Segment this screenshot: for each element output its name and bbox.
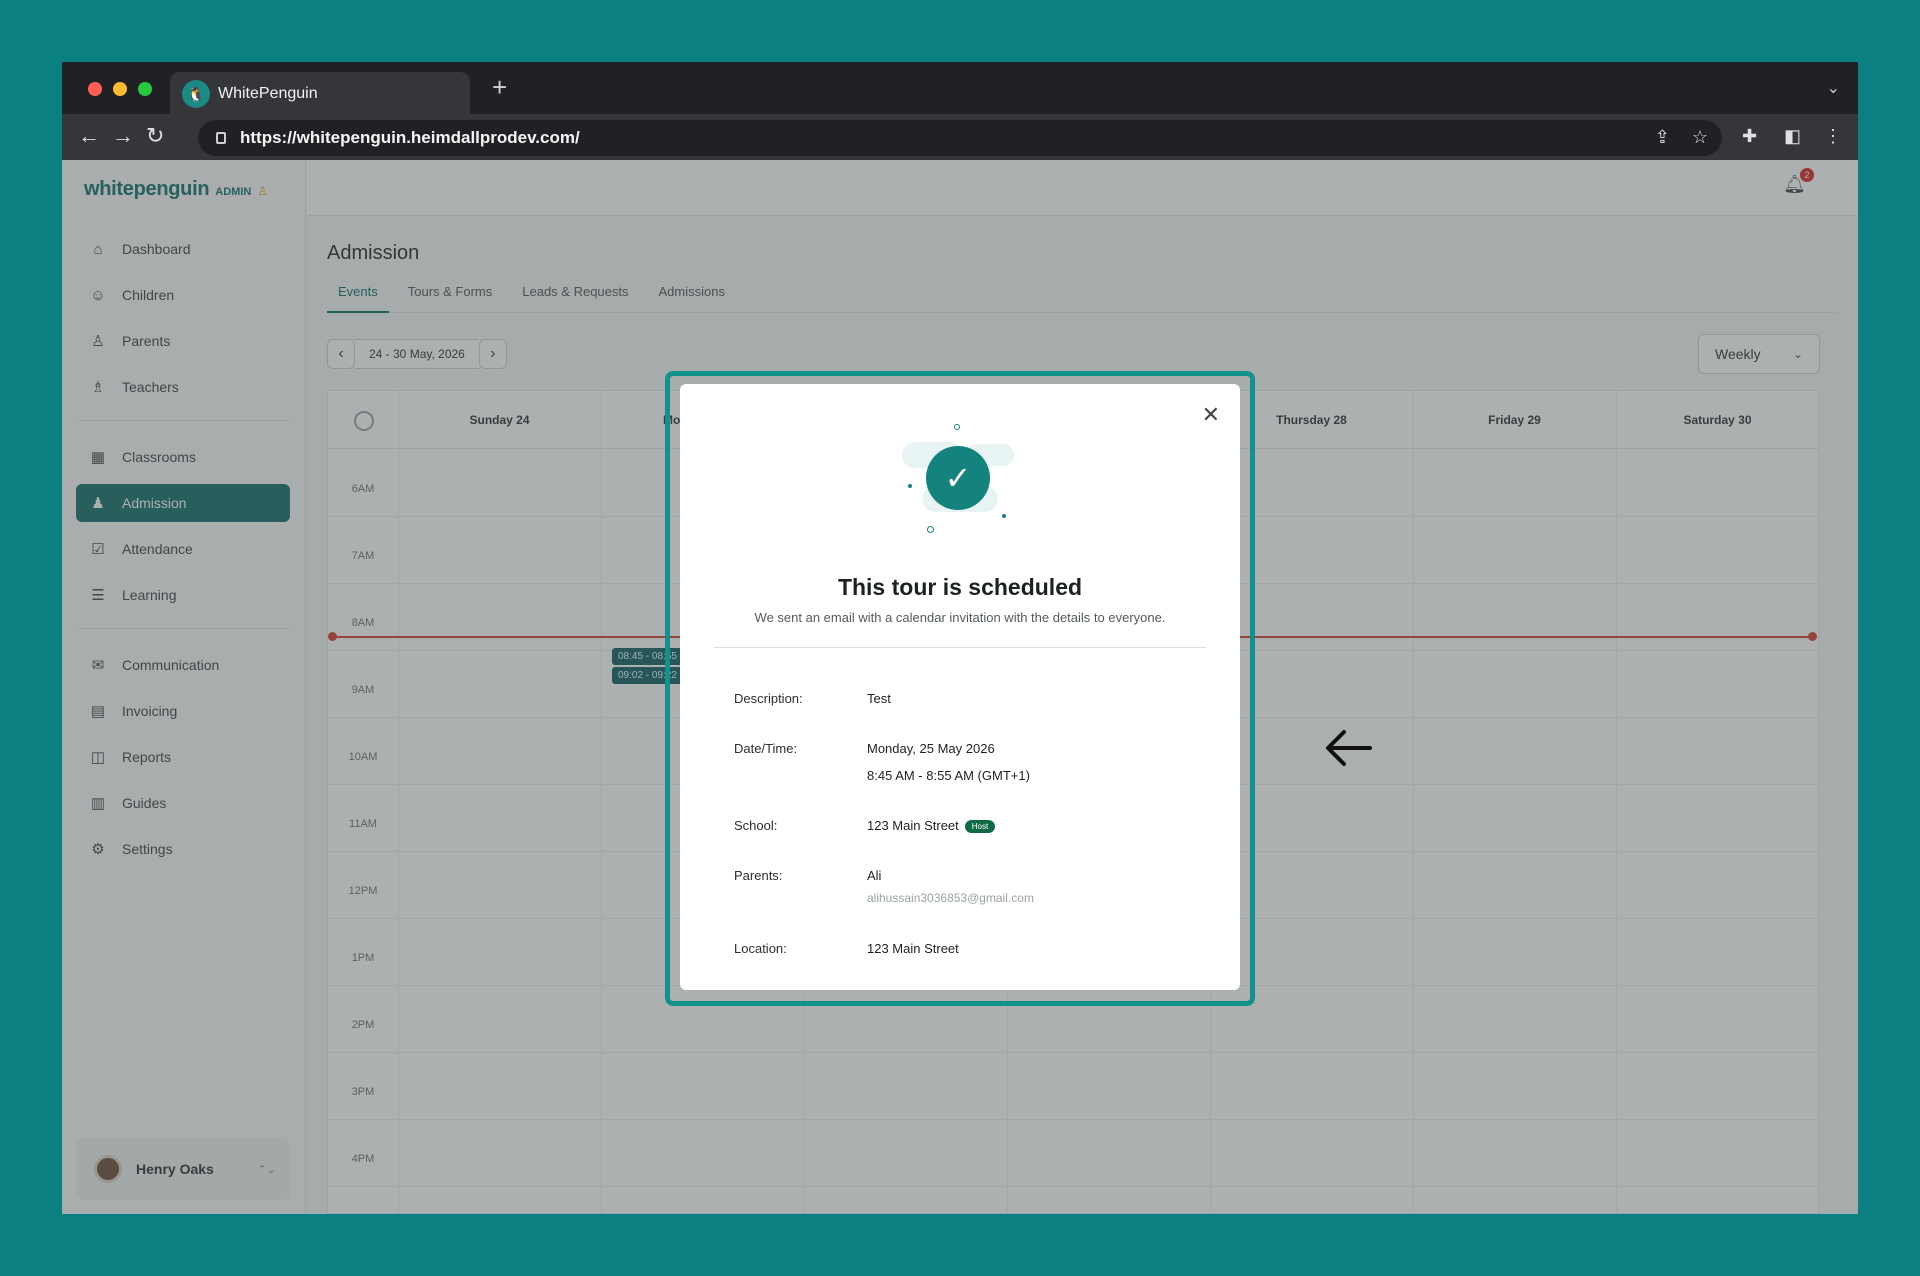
host-badge: Host [964, 820, 996, 834]
location-label: Location: [734, 941, 787, 956]
modal-title: This tour is scheduled [837, 574, 1083, 600]
close-window-button[interactable] [88, 82, 102, 96]
penguin-favicon-icon: 🐧 [182, 80, 210, 108]
extensions-icon[interactable]: ✚ [1742, 124, 1757, 148]
parent-name: Ali [867, 868, 882, 883]
reload-icon[interactable]: ↻ [146, 124, 164, 148]
star-icon[interactable]: ☆ [1692, 127, 1708, 148]
lock-icon [216, 132, 226, 144]
new-tab-plus-icon[interactable]: + [492, 72, 507, 103]
success-illustration: ✓ [900, 424, 1020, 534]
pointer-arrow-icon [1326, 730, 1372, 766]
tab-bar: 🐧 WhitePenguin + ⌄ [62, 62, 1858, 116]
description-label: Description: [734, 691, 803, 706]
url-text: https://whitepenguin.heimdallprodev.com/ [240, 128, 580, 147]
address-bar: ← → ↻ https://whitepenguin.heimdallprode… [62, 114, 1858, 160]
browser-window: 🐧 WhitePenguin + ⌄ ← → ↻ https://whitepe… [62, 62, 1858, 1214]
share-icon[interactable]: ⇪ [1655, 127, 1670, 148]
parents-label: Parents: [734, 868, 783, 883]
date-value: Monday, 25 May 2026 [867, 741, 995, 756]
back-arrow-icon[interactable]: ← [78, 124, 100, 148]
decor-dot [954, 424, 960, 430]
school-label: School: [734, 818, 778, 833]
browser-menu-icon[interactable]: ⋮ [1824, 124, 1842, 148]
parent-email[interactable]: alihussain3036853@gmail.com [867, 891, 1034, 905]
url-field[interactable]: https://whitepenguin.heimdallprodev.com/… [198, 120, 1722, 156]
forward-arrow-icon[interactable]: → [112, 124, 134, 148]
close-icon[interactable]: ✕ [1202, 402, 1220, 428]
tab-title: WhitePenguin [218, 85, 318, 102]
time-value: 8:45 AM - 8:55 AM (GMT+1) [867, 768, 1030, 783]
modal-subtitle: We sent an email with a calendar invitat… [754, 610, 1166, 625]
side-panel-icon[interactable]: ◧ [1784, 124, 1801, 148]
maximize-window-button[interactable] [138, 82, 152, 96]
browser-tab[interactable]: 🐧 WhitePenguin [170, 72, 470, 116]
decor-dot [908, 484, 912, 488]
decor-dot [1002, 514, 1006, 518]
window-controls [88, 82, 152, 96]
decor-dot [927, 526, 934, 533]
location-value: 123 Main Street [867, 941, 959, 956]
description-value: Test [867, 691, 891, 706]
school-value-wrap: 123 Main Street Host [867, 818, 996, 834]
datetime-label: Date/Time: [734, 741, 798, 756]
check-icon: ✓ [926, 446, 990, 510]
modal-divider [714, 647, 1206, 648]
tour-scheduled-modal: ✕ ✓ This tour is scheduled We sent an em… [680, 384, 1240, 990]
minimize-window-button[interactable] [113, 82, 127, 96]
school-value: 123 Main Street [867, 818, 959, 833]
tab-list-chevron-icon[interactable]: ⌄ [1827, 78, 1840, 98]
